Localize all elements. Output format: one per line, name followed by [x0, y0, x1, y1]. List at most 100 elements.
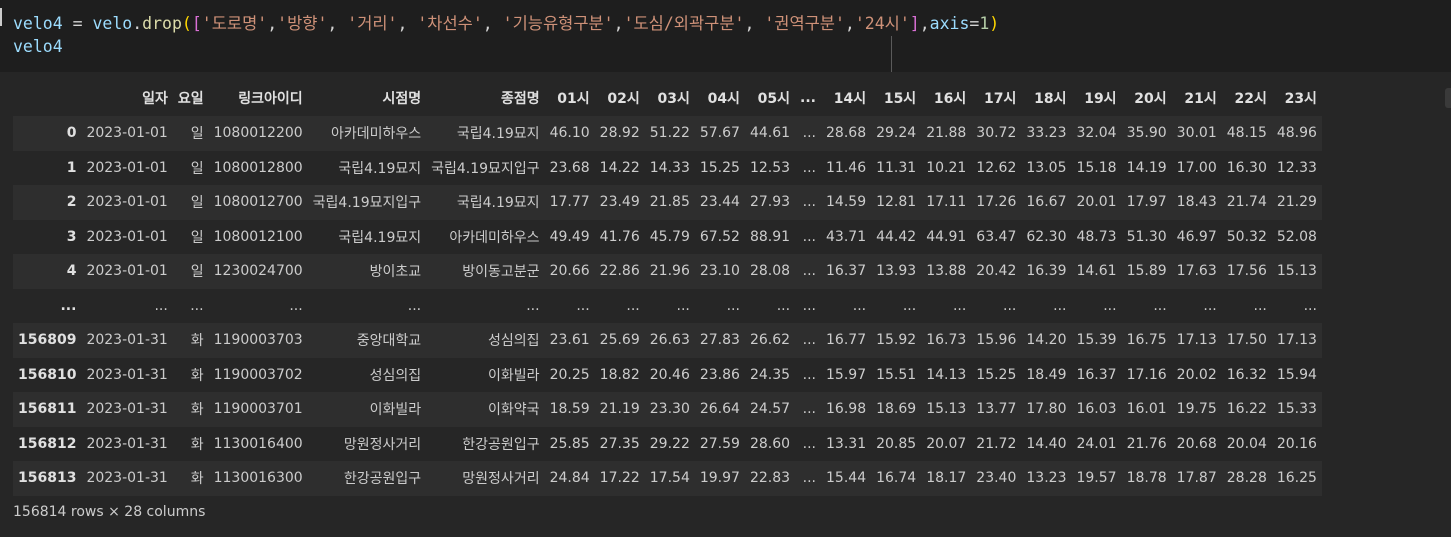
table-cell: 17.16 — [1126, 366, 1167, 383]
table-cell: 21.19 — [599, 401, 640, 418]
table-cell: 23.30 — [649, 401, 690, 418]
code-token-comma: , — [744, 14, 765, 33]
table-cell: 21.88 — [926, 125, 967, 142]
table-cell: 23.10 — [699, 263, 740, 280]
table-cell: 방이초교 — [369, 264, 422, 281]
table-row: 156811 2023-01-31 화 1190003701 이화빌라 이화약국 18.59… — [13, 392, 1322, 427]
table-cell: 화 — [190, 333, 204, 350]
table-cell: 16.74 — [876, 470, 917, 487]
table-cell: 28.92 — [599, 125, 640, 142]
dataframe-shape: 156814 rows × 28 columns — [13, 504, 206, 520]
table-cell: 27.83 — [699, 332, 740, 349]
row-index: 156810 — [18, 366, 77, 383]
column-header: 19시 — [1084, 91, 1117, 107]
table-row: 1 2023-01-01 일 1080012800 국립4.19묘지 국립4.19묘지입구… — [13, 150, 1322, 185]
table-cell: ... — [802, 332, 817, 349]
table-cell: 15.25 — [976, 366, 1017, 383]
table-cell: 26.63 — [649, 332, 690, 349]
drop-column-string: '차선수' — [417, 14, 483, 33]
table-cell: 15.89 — [1126, 263, 1167, 280]
code-token-op: = — [62, 14, 93, 33]
column-header: 01시 — [557, 91, 590, 107]
table-cell: 20.68 — [1176, 435, 1217, 452]
code-token-comma: , — [844, 14, 855, 33]
table-cell: 12.81 — [876, 194, 917, 211]
table-cell: 17.22 — [599, 470, 640, 487]
table-cell: 18.59 — [549, 401, 590, 418]
table-cell: 1190003701 — [213, 401, 303, 418]
table-cell: 23.44 — [699, 194, 740, 211]
table-header: 일자 요일 링크아이디 시점명 종점명 01시 02시 03시 04시 05시... 14시 15시 1… — [13, 80, 1322, 116]
table-cell: 13.77 — [976, 401, 1017, 418]
table-cell: 2023-01-01 — [86, 159, 168, 176]
row-index: 2 — [66, 194, 77, 211]
table-cell: 18.78 — [1126, 470, 1167, 487]
row-index: 156811 — [18, 401, 77, 418]
table-cell: ... — [1303, 297, 1317, 314]
table-cell: 26.62 — [749, 332, 791, 349]
table-cell: ... — [1103, 297, 1117, 314]
table-cell: 17.50 — [1226, 332, 1267, 349]
table-cell: 14.20 — [1026, 332, 1067, 349]
code-token-comma: , — [482, 14, 503, 33]
drop-column-string: '권역구분' — [764, 14, 845, 33]
table-cell: 27.93 — [749, 194, 791, 211]
code-line-2[interactable]: velo4 — [13, 37, 63, 56]
table-cell: 16.73 — [926, 332, 967, 349]
table-cell: 20.02 — [1176, 366, 1217, 383]
table-cell: 14.22 — [599, 159, 640, 176]
table-cell: 17.13 — [1276, 332, 1317, 349]
table-cell: 12.33 — [1276, 159, 1317, 176]
table-cell: 20.85 — [876, 435, 917, 452]
code-cell[interactable]: velo4 = velo.drop(['도로명','방향', '거리', '차선… — [0, 0, 1451, 72]
table-cell: ... — [802, 297, 817, 314]
table-cell: 16.67 — [1026, 194, 1067, 211]
table-row: 156812 2023-01-31 화 1130016400 망원정사거리 한강공원입구 2… — [13, 426, 1322, 461]
column-header: 15시 — [883, 91, 917, 107]
table-cell: ... — [802, 194, 817, 211]
table-cell: 25.69 — [599, 332, 640, 349]
table-cell: 이화빌라 — [488, 367, 540, 384]
table-cell: ... — [802, 366, 817, 383]
table-cell: 51.22 — [649, 125, 690, 142]
table-cell: 44.91 — [926, 228, 967, 245]
table-cell: 아카데미하우스 — [449, 229, 540, 246]
drop-column-list: '도로명','방향', '거리', '차선수', '기능유형구분','도심/외곽… — [202, 14, 910, 33]
table-cell: 19.57 — [1076, 470, 1117, 487]
table-cell: ... — [1253, 297, 1267, 314]
table-cell: 17.13 — [1176, 332, 1217, 349]
table-cell: 2023-01-31 — [86, 470, 168, 487]
table-cell: 17.63 — [1176, 263, 1217, 280]
table-cell: ... — [190, 297, 204, 314]
table-cell: 20.04 — [1226, 435, 1267, 452]
table-cell: ... — [1053, 297, 1067, 314]
column-header: ... — [800, 90, 817, 106]
code-line-1[interactable]: velo4 = velo.drop(['도로명','방향', '거리', '차선… — [13, 10, 999, 34]
dataframe-table: 일자 요일 링크아이디 시점명 종점명 01시 02시 03시 04시 05시... 14시 15시 1… — [13, 80, 1322, 496]
table-cell: 23.61 — [549, 332, 590, 349]
table-row: 156813 2023-01-31 화 1130016300 한강공원입구 망원정사거리 2… — [13, 461, 1322, 496]
column-header: 요일 — [177, 91, 204, 107]
table-cell: 15.39 — [1076, 332, 1117, 349]
table-cell: 16.01 — [1126, 401, 1167, 418]
table-cell: 15.92 — [876, 332, 917, 349]
row-index: 156813 — [18, 470, 77, 487]
table-cell: 17.11 — [926, 194, 967, 211]
code-token-number: 1 — [979, 14, 990, 33]
table-cell: 20.01 — [1076, 194, 1117, 211]
editor-ruler — [891, 36, 892, 72]
table-cell: 27.35 — [599, 435, 640, 452]
output-scroll-handle[interactable] — [1445, 88, 1451, 108]
table-cell: 2023-01-31 — [86, 366, 168, 383]
table-cell: ... — [1153, 297, 1167, 314]
table-cell: 15.18 — [1076, 159, 1117, 176]
drop-column-string: '도심/외곽구분' — [623, 14, 745, 33]
table-cell: 28.08 — [749, 263, 791, 280]
column-header: 05시 — [757, 91, 791, 107]
table-cell: 15.44 — [826, 470, 867, 487]
row-index: 0 — [66, 125, 77, 142]
code-token-bracket: ] — [909, 14, 920, 33]
drop-column-string: '24시' — [854, 14, 910, 33]
table-cell: ... — [1003, 297, 1017, 314]
drop-column-string: '도로명' — [201, 14, 268, 33]
